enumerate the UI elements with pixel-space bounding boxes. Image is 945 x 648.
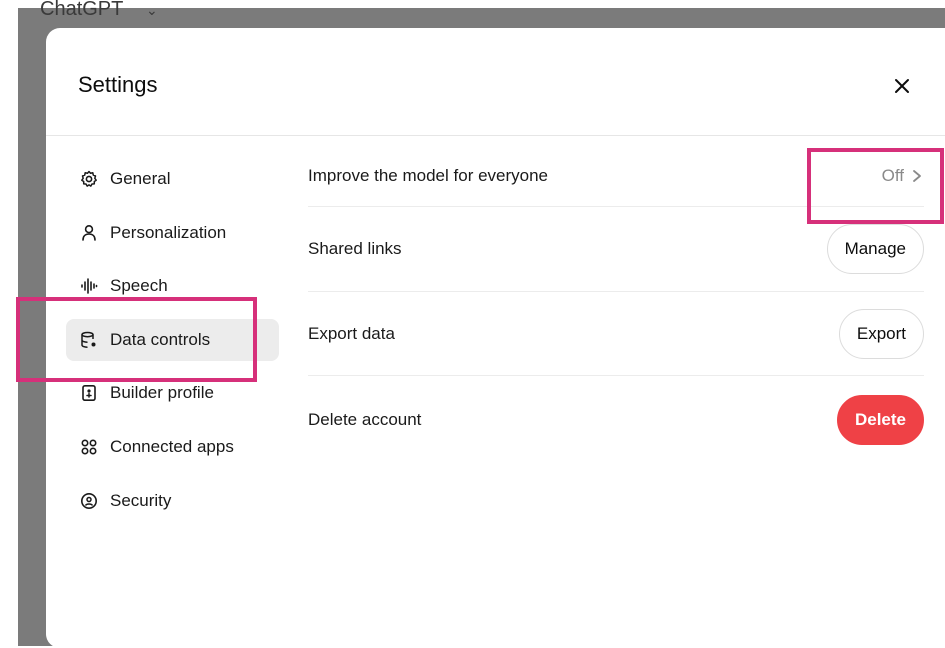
close-button[interactable] xyxy=(884,68,920,104)
apps-grid-icon xyxy=(80,438,98,456)
gear-icon xyxy=(80,170,98,188)
setting-label: Export data xyxy=(308,323,395,343)
manage-button[interactable]: Manage xyxy=(826,224,924,274)
highlight-box-data-controls xyxy=(16,297,257,382)
sidebar-item-label: Connected apps xyxy=(110,436,234,456)
sidebar-item-security[interactable]: Security xyxy=(66,480,279,522)
app-title: ChatGPT xyxy=(40,0,124,20)
id-card-icon xyxy=(80,384,98,402)
export-button[interactable]: Export xyxy=(838,308,924,359)
setting-row-delete-account: Delete account Delete xyxy=(308,376,924,464)
sidebar-item-label: Security xyxy=(110,490,172,510)
sidebar-item-connected-apps[interactable]: Connected apps xyxy=(66,426,279,468)
setting-label: Shared links xyxy=(308,239,402,258)
modal-title: Settings xyxy=(78,72,158,97)
header-divider xyxy=(46,135,945,136)
sidebar-item-label: Personalization xyxy=(110,222,227,242)
sidebar-item-general[interactable]: General xyxy=(66,158,279,200)
sidebar-item-personalization[interactable]: Personalization xyxy=(66,212,279,254)
sidebar-item-label: General xyxy=(110,169,171,188)
highlight-box-toggle xyxy=(807,148,944,224)
setting-label: Improve the model for everyone xyxy=(308,166,549,185)
sidebar-item-label: Builder profile xyxy=(110,383,214,403)
close-icon xyxy=(895,79,909,93)
chevron-down-icon: ⌄ xyxy=(146,2,158,18)
setting-row-export-data: Export data Export xyxy=(308,292,924,376)
shield-lock-icon xyxy=(80,492,98,510)
waveform-icon xyxy=(80,277,98,295)
setting-label: Delete account xyxy=(308,410,422,429)
person-icon xyxy=(80,224,98,242)
delete-account-button[interactable]: Delete xyxy=(836,395,924,445)
sidebar-item-label: Speech xyxy=(110,276,168,296)
